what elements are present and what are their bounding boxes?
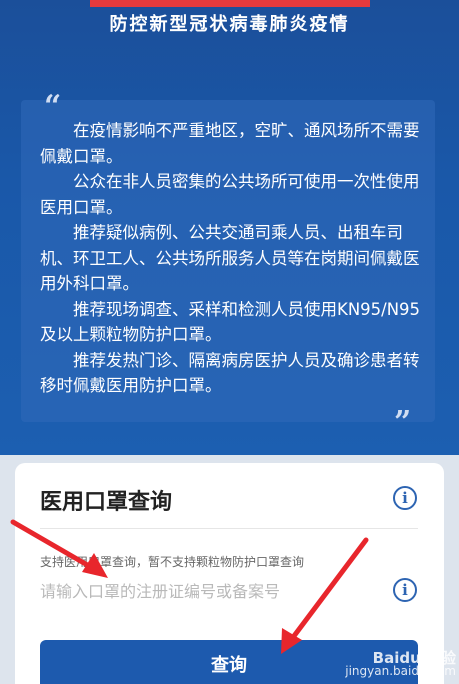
watermark-url: jingyan.baidu.com	[345, 664, 456, 678]
guidance-paragraph: 推荐发热门诊、隔离病房医护人员及确诊患者转移时佩戴医用防护口罩。	[40, 350, 420, 396]
banner-red-strip	[90, 0, 370, 7]
info-icon[interactable]: i	[393, 486, 417, 510]
quote-close-icon: ”	[394, 405, 412, 440]
watermark: Baidu 经验 jingyan.baidu.com	[330, 651, 456, 682]
guidance-text: 在疫情影响不严重地区，空旷、通风场所不需要佩戴口罩。 公众在非人员密集的公共场所…	[40, 118, 424, 399]
guidance-paragraph: 推荐疑似病例、公共交通司乘人员、出租车司机、环卫工人、公共场所服务人员等在岗期间…	[40, 223, 420, 293]
divider	[40, 528, 418, 529]
guidance-paragraph: 公众在非人员密集的公共场所可使用一次性使用医用口罩。	[40, 172, 420, 217]
banner-title: 防控新型冠状病毒肺炎疫情	[109, 14, 350, 35]
guidance-paragraph: 推荐现场调查、采样和检测人员使用KN95/N95及以上颗粒物防护口罩。	[40, 299, 421, 345]
registration-number-input[interactable]	[40, 578, 385, 604]
query-card-title: 医用口罩查询	[40, 490, 173, 515]
input-info-icon[interactable]: i	[393, 578, 417, 602]
guidance-paragraph: 在疫情影响不严重地区，空旷、通风场所不需要佩戴口罩。	[40, 121, 420, 166]
support-note: 支持医用口罩查询，暂不支持颗粒物防护口罩查询	[40, 555, 305, 569]
